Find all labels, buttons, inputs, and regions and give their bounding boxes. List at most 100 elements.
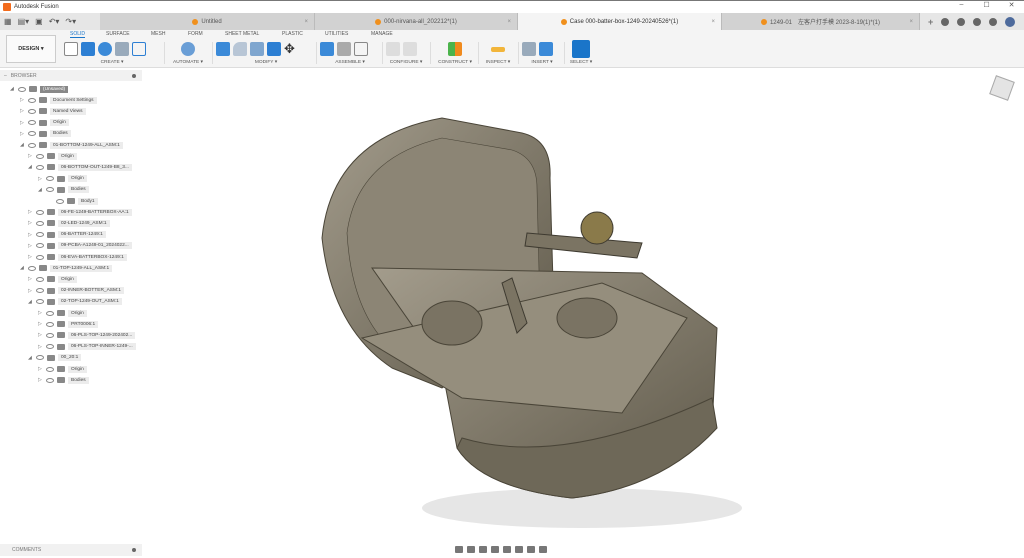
visibility-eye-icon[interactable]: [36, 355, 44, 361]
tab-plastic[interactable]: PLASTIC: [282, 31, 303, 37]
pin-icon[interactable]: [132, 548, 136, 552]
comments-panel[interactable]: COMMENTS: [0, 544, 142, 556]
expand-icon[interactable]: ◢: [28, 299, 36, 305]
table-icon[interactable]: [403, 42, 417, 56]
viewports-icon[interactable]: [539, 546, 547, 553]
shell-icon[interactable]: [250, 42, 264, 56]
avatar[interactable]: [1005, 16, 1016, 27]
browser-tree-item[interactable]: ▷ Origin: [38, 308, 87, 318]
browser-tree-item[interactable]: ▷ Origin: [28, 151, 77, 161]
expand-icon[interactable]: ▷: [28, 220, 36, 226]
visibility-eye-icon[interactable]: [46, 377, 54, 383]
tab-manage[interactable]: MANAGE: [371, 31, 393, 37]
job-status-icon[interactable]: [941, 17, 950, 26]
combine-icon[interactable]: [267, 42, 281, 56]
expand-icon[interactable]: ▷: [38, 366, 46, 372]
browser-tree-item[interactable]: ◢ 01-TOP-1249-ALL_ASM:1: [20, 263, 113, 273]
tab-nirvana[interactable]: 000-nirvana-all_202212*(1) ×: [315, 13, 518, 30]
configure-label[interactable]: CONFIGURE ▾: [386, 60, 426, 65]
configure-icon[interactable]: [386, 42, 400, 56]
visibility-eye-icon[interactable]: [28, 108, 36, 114]
expand-icon[interactable]: ▷: [28, 209, 36, 215]
insert-derive-icon[interactable]: [522, 42, 536, 56]
move-icon[interactable]: ✥: [284, 41, 295, 57]
browser-tree-item[interactable]: ◢ 06-BOTTOM-OUT-1249-B8_3...: [28, 162, 132, 172]
measure-icon[interactable]: [491, 46, 505, 52]
joint-icon[interactable]: [337, 42, 351, 56]
automate-icon[interactable]: [181, 42, 195, 56]
expand-icon[interactable]: ▷: [38, 176, 46, 182]
visibility-eye-icon[interactable]: [56, 198, 64, 204]
assemble-label[interactable]: ASSEMBLE ▾: [320, 60, 380, 65]
insert-group[interactable]: INSERT ▾: [522, 40, 562, 67]
minimize-button[interactable]: –: [949, 1, 974, 9]
expand-icon[interactable]: ◢: [28, 164, 36, 170]
automate-group[interactable]: AUTOMATE ▾: [168, 40, 208, 67]
visibility-eye-icon[interactable]: [46, 366, 54, 372]
tab-solid[interactable]: SOLID: [70, 31, 86, 38]
visibility-eye-icon[interactable]: [36, 153, 44, 159]
visibility-eye-icon[interactable]: [46, 344, 54, 350]
browser-tree-item[interactable]: ▷ Document Settings: [20, 95, 97, 105]
browser-tree-item[interactable]: ▷ 06-BATTER-1249:1: [28, 230, 106, 240]
browser-tree-item[interactable]: ▷ Origin: [38, 364, 87, 374]
visibility-eye-icon[interactable]: [46, 321, 54, 327]
browser-tree-item[interactable]: ▷ Bodies: [20, 129, 71, 139]
construct-group[interactable]: CONSTRUCT ▾: [434, 40, 476, 67]
sketch-icon[interactable]: [64, 42, 78, 56]
extrude-icon[interactable]: [81, 42, 95, 56]
insert-label[interactable]: INSERT ▾: [522, 60, 562, 65]
pattern-icon[interactable]: [132, 42, 146, 56]
expand-icon[interactable]: ▷: [38, 321, 46, 327]
visibility-eye-icon[interactable]: [28, 120, 36, 126]
new-tab-icon[interactable]: +: [928, 17, 933, 27]
browser-tree-item[interactable]: ▷ 06-PLS-TOP-INNER-1249-...: [38, 342, 136, 352]
visibility-eye-icon[interactable]: [36, 232, 44, 238]
extensions-icon[interactable]: [957, 17, 966, 26]
fillet-icon[interactable]: [233, 42, 247, 56]
expand-icon[interactable]: ◢: [20, 265, 28, 271]
expand-icon[interactable]: ▷: [38, 310, 46, 316]
browser-tree-item[interactable]: ▷ PRT0006:1: [38, 319, 99, 329]
visibility-eye-icon[interactable]: [36, 299, 44, 305]
visibility-eye-icon[interactable]: [36, 276, 44, 282]
browser-tree-item[interactable]: ▷ 02-LED-1249_ASM:1: [28, 218, 110, 228]
expand-icon[interactable]: ▷: [20, 97, 28, 103]
configure-group[interactable]: CONFIGURE ▾: [386, 40, 426, 67]
visibility-eye-icon[interactable]: [28, 97, 36, 103]
expand-icon[interactable]: ◢: [38, 187, 46, 193]
revolve-icon[interactable]: [98, 42, 112, 56]
expand-icon[interactable]: ▷: [28, 254, 36, 260]
create-label[interactable]: CREATE ▾: [64, 60, 160, 65]
expand-icon[interactable]: ▷: [28, 232, 36, 238]
visibility-eye-icon[interactable]: [28, 131, 36, 137]
expand-icon[interactable]: ▷: [28, 288, 36, 294]
help-icon[interactable]: [989, 17, 998, 26]
tab-untitled[interactable]: Untitled ×: [100, 13, 315, 30]
new-component-icon[interactable]: [320, 42, 334, 56]
modify-label[interactable]: MODIFY ▾: [216, 60, 316, 65]
grid-icon[interactable]: [527, 546, 535, 553]
create-group[interactable]: CREATE ▾: [64, 40, 160, 67]
display-settings-icon[interactable]: [515, 546, 523, 553]
visibility-eye-icon[interactable]: [36, 243, 44, 249]
expand-icon[interactable]: ▷: [38, 332, 46, 338]
expand-icon[interactable]: ◢: [10, 86, 18, 92]
close-tab-icon[interactable]: ×: [909, 19, 913, 25]
file-menu-icon[interactable]: ▤▾: [18, 17, 30, 26]
browser-tree-item[interactable]: ▷ 06-EVA-BATTERBOX-1249:1: [28, 252, 127, 262]
browser-tree-item[interactable]: ▷ Origin: [38, 174, 87, 184]
tab-surface[interactable]: SURFACE: [106, 31, 130, 37]
tab-mesh[interactable]: MESH: [151, 31, 165, 37]
orbit-icon[interactable]: [455, 546, 463, 553]
visibility-eye-icon[interactable]: [46, 176, 54, 182]
assemble-group[interactable]: ASSEMBLE ▾: [320, 40, 380, 67]
expand-icon[interactable]: ▷: [38, 344, 46, 350]
browser-tree-item[interactable]: ◢ 00_20:1: [28, 353, 82, 363]
browser-tree-item[interactable]: ▷ Origin: [20, 118, 69, 128]
collapse-icon[interactable]: –: [4, 73, 7, 79]
visibility-eye-icon[interactable]: [28, 265, 36, 271]
visibility-eye-icon[interactable]: [36, 254, 44, 260]
zoom-icon[interactable]: [491, 546, 499, 553]
browser-tree-item[interactable]: ◢ 01-BOTTOM-1249-ALL_ASM:1: [20, 140, 123, 150]
